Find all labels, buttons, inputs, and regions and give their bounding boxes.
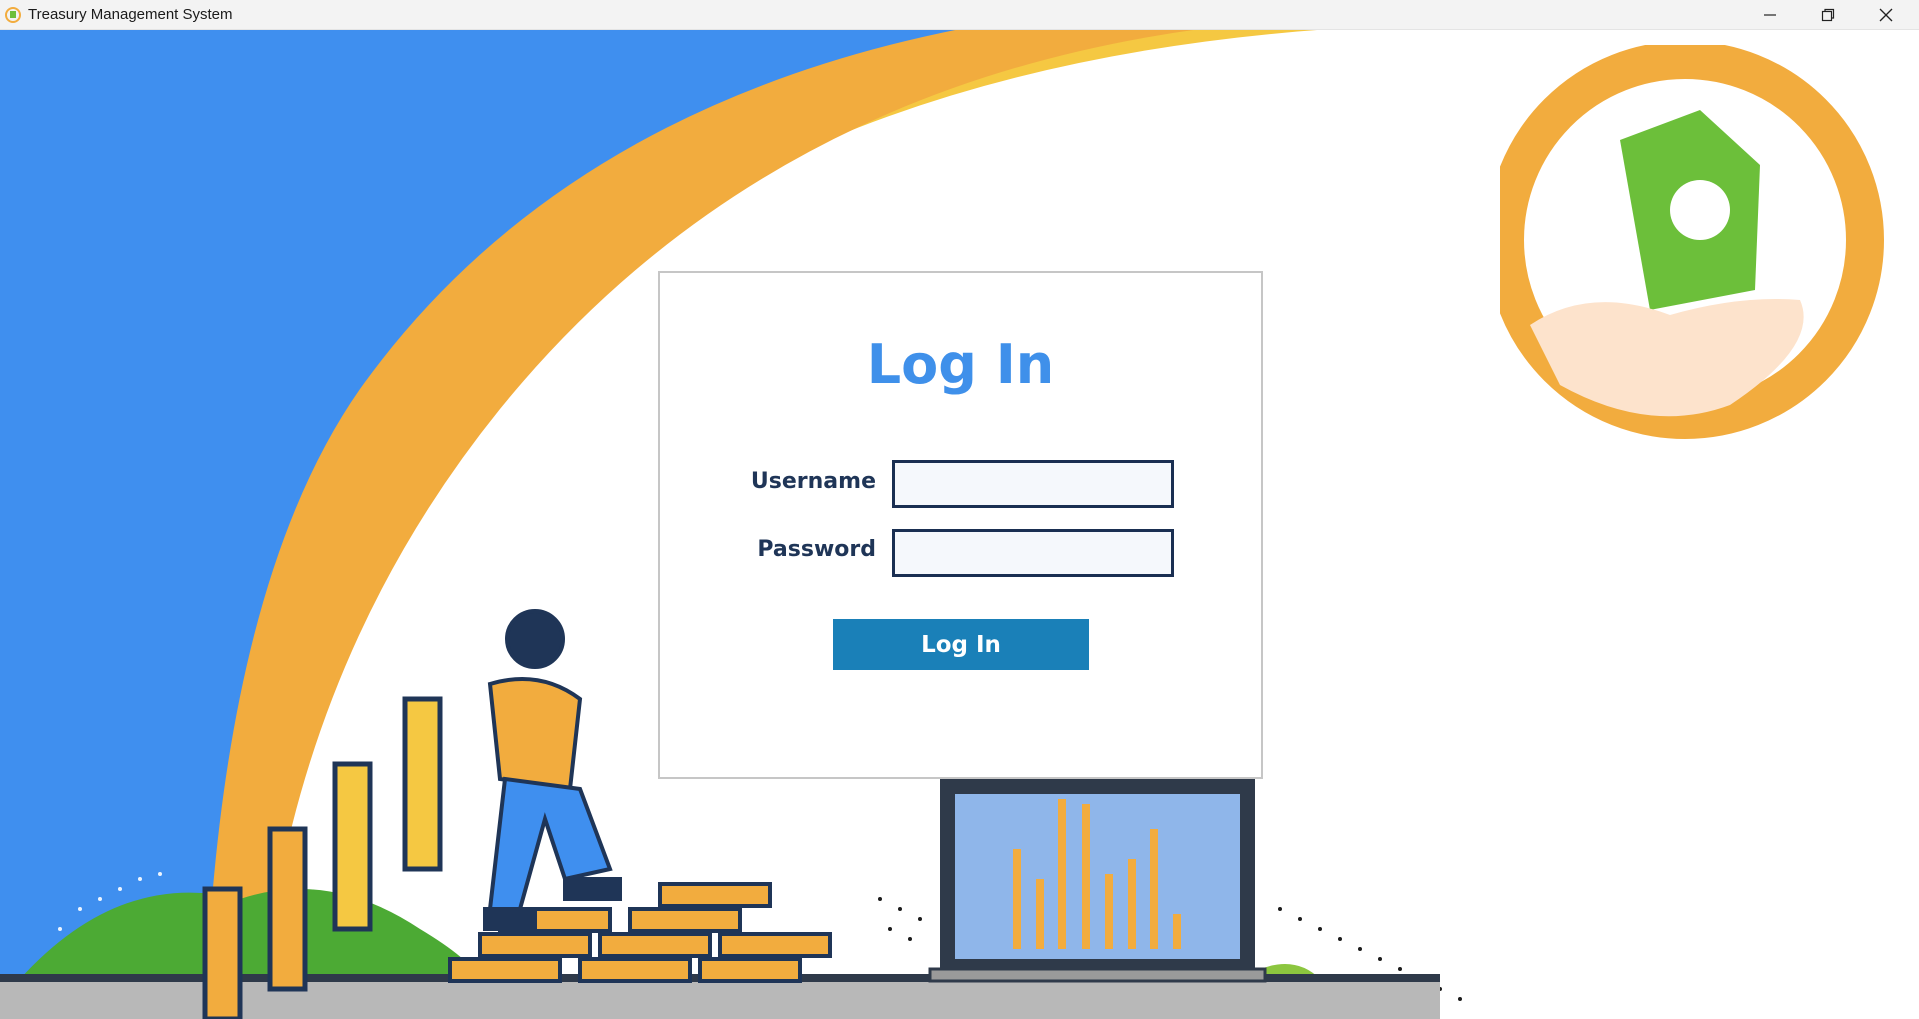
username-label: Username bbox=[750, 469, 876, 494]
restore-icon bbox=[1821, 8, 1835, 22]
login-panel: Log In Username Password Log In bbox=[658, 271, 1263, 779]
password-field[interactable] bbox=[892, 529, 1174, 577]
window-title: Treasury Management System bbox=[28, 6, 233, 23]
close-icon bbox=[1879, 8, 1893, 22]
login-heading: Log In bbox=[866, 333, 1055, 396]
password-label: Password bbox=[757, 537, 876, 562]
username-field[interactable] bbox=[892, 460, 1174, 508]
brand-logo bbox=[1500, 45, 1884, 439]
close-button[interactable] bbox=[1857, 0, 1915, 29]
login-button[interactable]: Log In bbox=[833, 619, 1089, 670]
app-logo-icon bbox=[4, 6, 22, 24]
minimize-icon bbox=[1764, 14, 1776, 16]
minimize-button[interactable] bbox=[1741, 0, 1799, 29]
restore-button[interactable] bbox=[1799, 0, 1857, 29]
title-bar: Treasury Management System bbox=[0, 0, 1919, 30]
